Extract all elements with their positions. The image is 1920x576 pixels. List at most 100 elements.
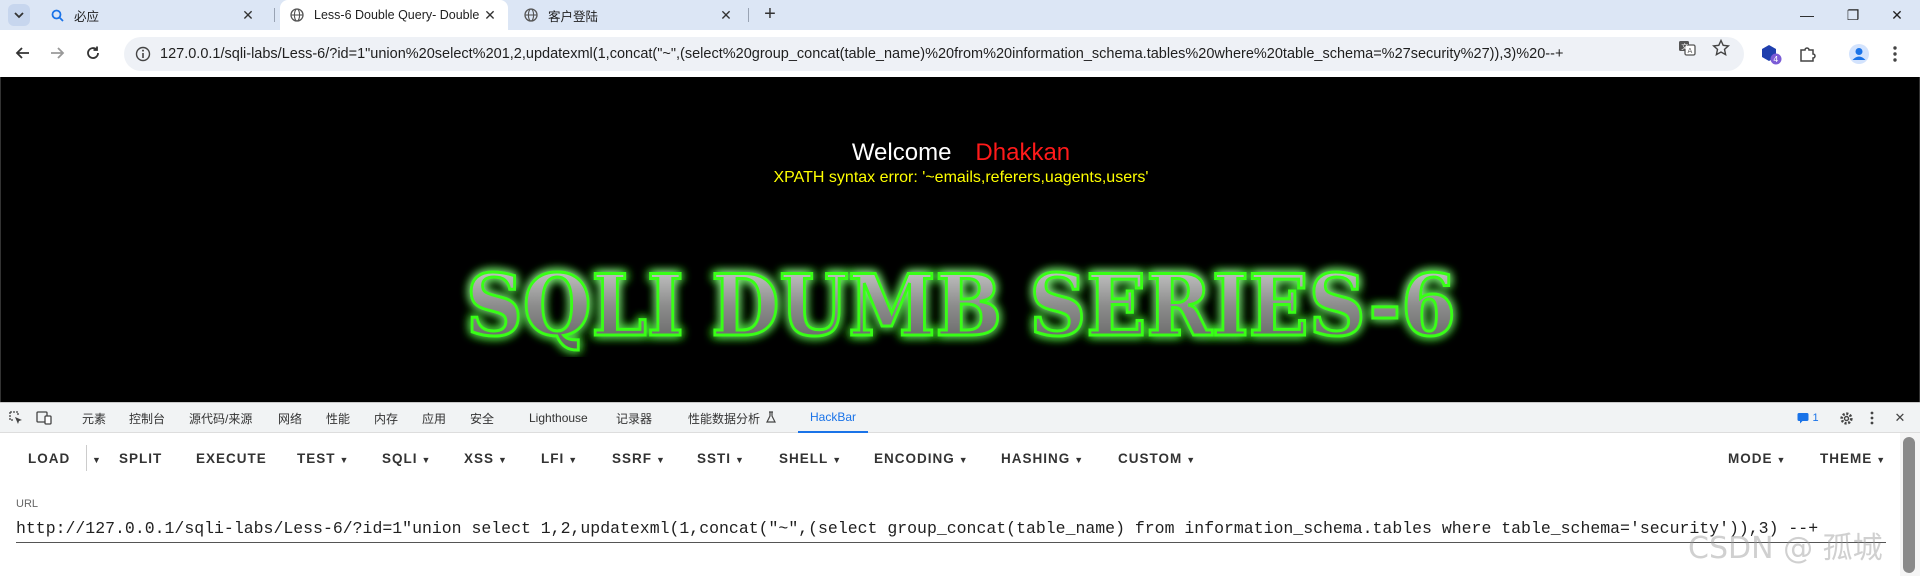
hackbar-lfi-menu[interactable]: LFI ▼ — [541, 451, 578, 466]
menu-label: XSS — [464, 451, 495, 466]
svg-text:4: 4 — [1773, 55, 1778, 64]
hackbar-ssrf-menu[interactable]: SSRF ▼ — [612, 451, 666, 466]
tab-strip: 必应 ✕ Less-6 Double Query- Double Injecti… — [0, 0, 1920, 30]
hackbar-execute-button[interactable]: EXECUTE — [196, 451, 267, 466]
menu-label: LFI — [541, 451, 565, 466]
caret-down-icon: ▼ — [421, 455, 432, 465]
menu-label: HASHING — [1001, 451, 1071, 466]
more-menu-icon[interactable] — [1884, 43, 1906, 65]
arrow-right-icon — [51, 47, 65, 59]
devtools-tab-network[interactable]: 网络 — [278, 403, 302, 433]
browser-toolbar: 127.0.0.1/sqli-labs/Less-6/?id=1"union%2… — [0, 30, 1920, 77]
hackbar-test-menu[interactable]: TEST ▼ — [297, 451, 349, 466]
reload-button[interactable] — [80, 40, 106, 66]
devtools-tab-label: 性能数据分析 — [688, 411, 761, 426]
tab-close-icon[interactable]: ✕ — [482, 7, 498, 23]
tab-less-6[interactable]: Less-6 Double Query- Double Injection ✕ — [280, 0, 508, 30]
devtools-tab-console[interactable]: 控制台 — [129, 403, 165, 433]
welcome-line: Welcome Dhakkan — [1, 139, 1920, 167]
globe-icon — [524, 8, 538, 22]
menu-label: SSRF — [612, 451, 653, 466]
devtools-tab-recorder[interactable]: 记录器 — [616, 403, 652, 433]
tab-close-icon[interactable]: ✕ — [240, 7, 256, 23]
menu-label: MODE — [1728, 451, 1773, 466]
flask-icon — [766, 410, 776, 426]
devtools-tab-sources[interactable]: 源代码/来源 — [189, 403, 252, 433]
devtools-tab-performance[interactable]: 性能 — [326, 403, 350, 433]
devtools-tab-hackbar[interactable]: HackBar — [798, 403, 869, 433]
profile-avatar-icon[interactable] — [1848, 43, 1870, 65]
series-banner-image: SQLI DUMB SERIES-6 — [465, 255, 1458, 357]
hackbar-theme-menu[interactable]: THEME ▼ — [1820, 451, 1886, 466]
menu-label: ENCODING — [874, 451, 955, 466]
hackbar-url-label: URL — [16, 498, 39, 510]
devtools-scrollbar-thumb[interactable] — [1903, 437, 1915, 573]
issues-count: 1 — [1812, 412, 1819, 424]
devtools-panel: 元素 控制台 源代码/来源 网络 性能 内存 应用 安全 Lighthouse … — [0, 402, 1920, 576]
hackbar-shell-menu[interactable]: SHELL ▼ — [779, 451, 842, 466]
caret-down-icon: ▼ — [568, 455, 579, 465]
caret-down-icon: ▼ — [92, 455, 102, 465]
hackbar-hashing-menu[interactable]: HASHING ▼ — [1001, 451, 1084, 466]
device-toolbar-icon[interactable] — [36, 410, 52, 426]
extensions-puzzle-icon[interactable] — [1796, 43, 1818, 65]
hackbar-encoding-menu[interactable]: ENCODING ▼ — [874, 451, 969, 466]
hackbar-xss-menu[interactable]: XSS ▼ — [464, 451, 508, 466]
minimize-button[interactable]: — — [1784, 0, 1830, 30]
address-bar-url[interactable]: 127.0.0.1/sqli-labs/Less-6/?id=1"union%2… — [160, 46, 1660, 62]
devtools-tab-lighthouse[interactable]: Lighthouse — [529, 403, 588, 433]
address-bar[interactable]: 127.0.0.1/sqli-labs/Less-6/?id=1"union%2… — [124, 37, 1744, 71]
caret-down-icon: ▼ — [958, 455, 969, 465]
devtools-more-icon[interactable] — [1864, 410, 1880, 426]
bookmark-star-icon[interactable] — [1712, 39, 1730, 57]
hackbar-url-input[interactable]: http://127.0.0.1/sqli-labs/Less-6/?id=1"… — [16, 519, 1886, 543]
caret-down-icon: ▼ — [1186, 455, 1197, 465]
site-info-icon[interactable] — [130, 46, 156, 62]
menu-label: THEME — [1820, 451, 1873, 466]
hackbar-ssti-menu[interactable]: SSTI ▼ — [697, 451, 745, 466]
inspect-element-icon[interactable] — [8, 410, 24, 426]
caret-down-icon: ▼ — [339, 455, 350, 465]
forward-button[interactable] — [44, 40, 70, 66]
hackbar-custom-menu[interactable]: CUSTOM ▼ — [1118, 451, 1196, 466]
welcome-text: Welcome — [851, 139, 952, 166]
hackbar-split-button[interactable]: SPLIT — [119, 451, 162, 466]
hackbar-sqli-menu[interactable]: SQLI ▼ — [382, 451, 431, 466]
tab-title: Less-6 Double Query- Double Injection — [314, 8, 482, 22]
caret-down-icon: ▼ — [498, 455, 508, 465]
back-button[interactable] — [10, 40, 36, 66]
menu-label: SQLI — [382, 451, 418, 466]
devtools-tab-application[interactable]: 应用 — [422, 403, 446, 433]
new-tab-button[interactable]: + — [758, 2, 782, 26]
menu-label: CUSTOM — [1118, 451, 1183, 466]
devtools-tab-security[interactable]: 安全 — [470, 403, 494, 433]
svg-text:A: A — [1688, 47, 1693, 55]
devtools-tab-elements[interactable]: 元素 — [82, 403, 106, 433]
message-icon — [1797, 413, 1809, 424]
tab-bing[interactable]: 必应 ✕ — [40, 0, 266, 30]
tab-title: 客户登陆 — [548, 9, 599, 24]
tab-title: 必应 — [74, 9, 100, 24]
caret-down-icon: ▼ — [1876, 455, 1887, 465]
page-viewport: Welcome Dhakkan XPATH syntax error: '~ema… — [0, 77, 1920, 402]
devtools-tab-performance-insights[interactable]: 性能数据分析 — [688, 403, 776, 433]
issues-badge[interactable]: 1 — [1794, 410, 1822, 426]
tab-search-button[interactable] — [8, 4, 30, 26]
svg-text:SQLI DUMB SERIES-6: SQLI DUMB SERIES-6 — [466, 256, 1456, 355]
globe-icon — [290, 8, 304, 22]
close-window-button[interactable]: ✕ — [1874, 0, 1920, 30]
hackbar-menu: LOAD ▼ SPLIT EXECUTE TEST ▼ SQLI ▼ XSS ▼ LF… — [0, 433, 1920, 483]
restore-button[interactable]: ❐ — [1830, 0, 1876, 30]
devtools-close-icon[interactable]: ✕ — [1892, 410, 1908, 426]
settings-gear-icon[interactable] — [1838, 410, 1854, 426]
translate-icon[interactable]: 文A — [1678, 39, 1696, 57]
caret-down-icon: ▼ — [1074, 455, 1085, 465]
devtools-tab-memory[interactable]: 内存 — [374, 403, 398, 433]
hackbar-load-button[interactable]: LOAD — [28, 451, 70, 466]
extension-hexagon-icon[interactable]: 4 — [1760, 43, 1782, 65]
hackbar-mode-menu[interactable]: MODE ▼ — [1728, 451, 1786, 466]
menu-label: SHELL — [779, 451, 829, 466]
hackbar-load-dropdown[interactable]: ▼ — [88, 451, 102, 466]
tab-customer-login[interactable]: 客户登陆 ✕ — [514, 0, 744, 30]
tab-close-icon[interactable]: ✕ — [718, 7, 734, 23]
